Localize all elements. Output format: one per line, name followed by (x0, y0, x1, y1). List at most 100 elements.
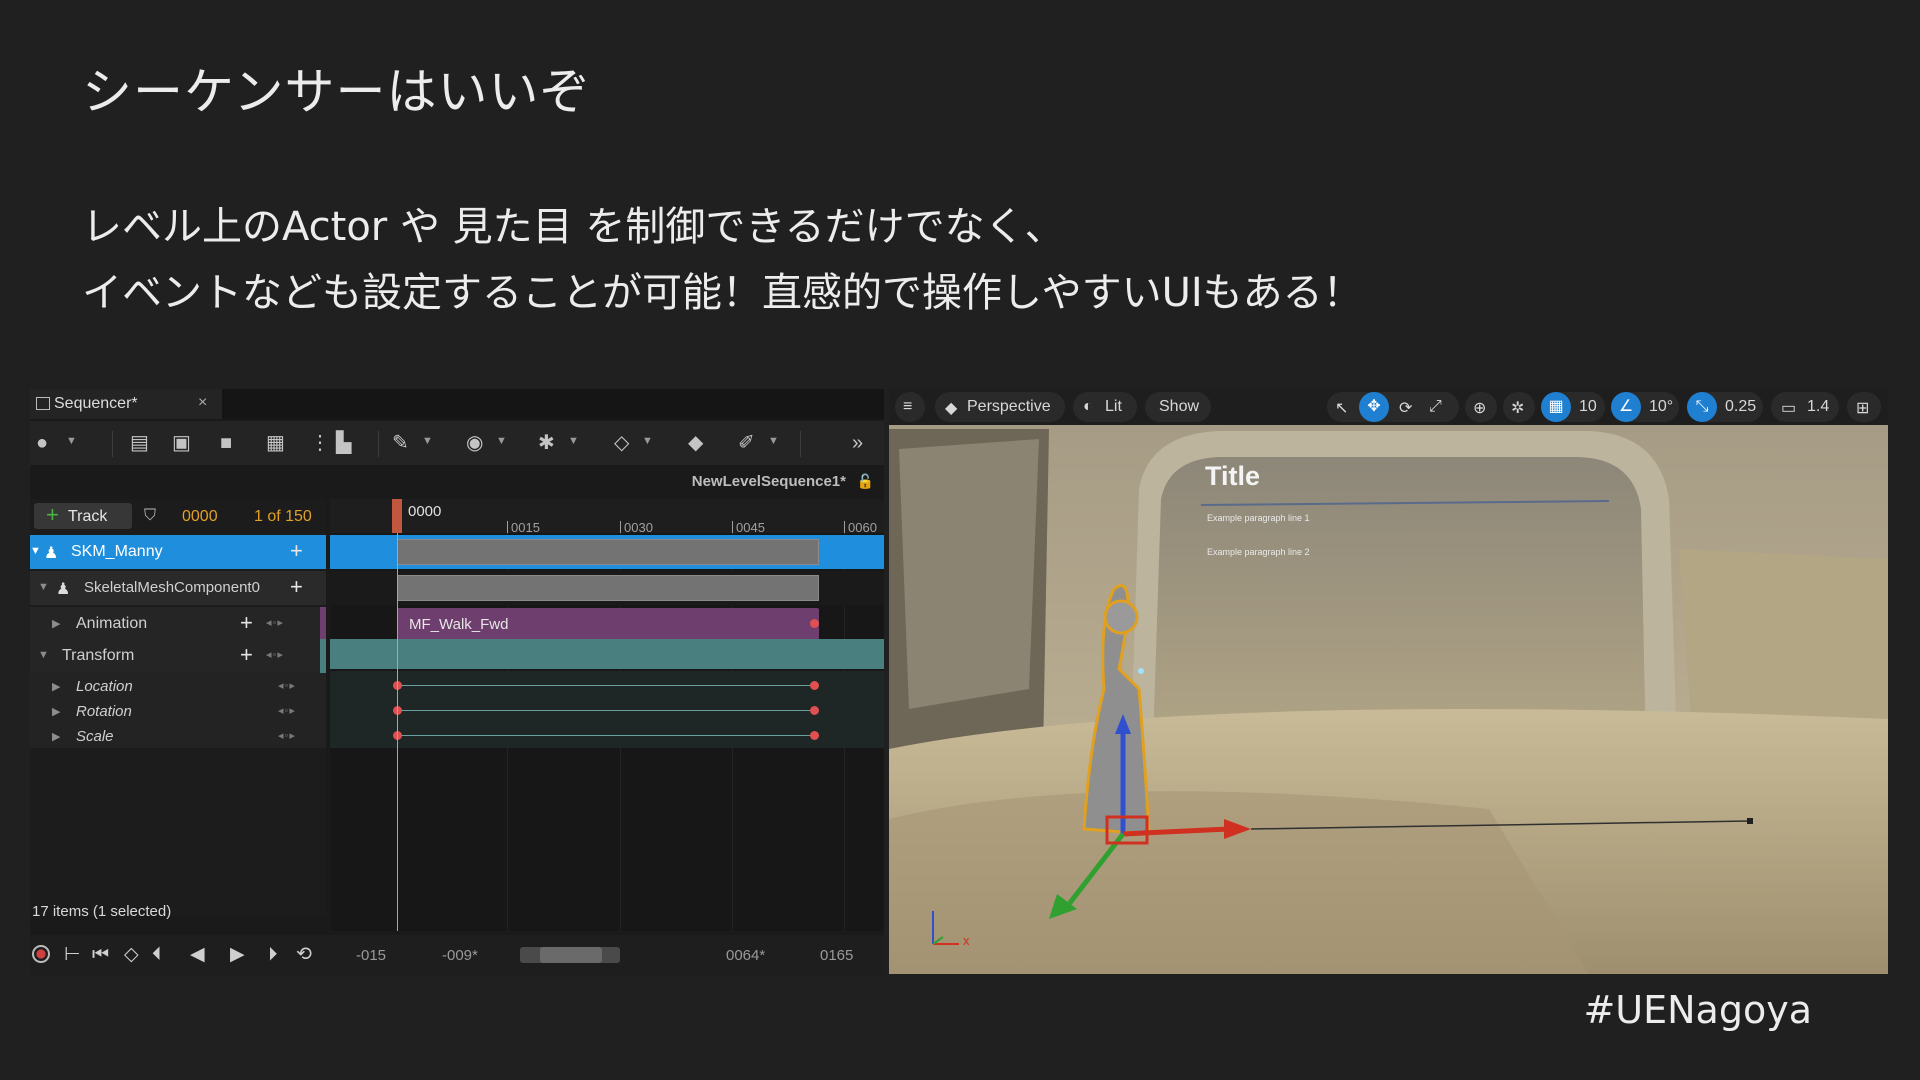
track-row-scale[interactable]: ▶ Scale ◂◦▸ (30, 723, 326, 748)
sequencer-tab[interactable]: Sequencer* × (30, 389, 222, 419)
add-track-button[interactable]: + Track (34, 503, 132, 529)
track-row-location[interactable]: ▶ Location ◂◦▸ (30, 673, 326, 698)
layout-button[interactable]: ⊞ (1847, 392, 1881, 422)
actor-tool-icon[interactable]: ▙ (336, 433, 351, 453)
save-icon[interactable]: ▤ (130, 433, 149, 453)
timeline-row-channels[interactable] (330, 671, 884, 748)
browse-icon[interactable]: ▣ (172, 433, 191, 453)
key-icon[interactable]: ◇ (614, 433, 629, 453)
expand-icon[interactable]: ▶ (52, 705, 60, 718)
keyframe[interactable] (810, 681, 819, 690)
world-local-button[interactable]: ⊕ (1465, 392, 1497, 422)
key-navigation-icon[interactable]: ◂◦▸ (278, 704, 296, 717)
key-navigation-icon[interactable]: ◂◦▸ (266, 616, 284, 629)
timeline-row-component[interactable] (330, 571, 884, 605)
track-row-transform[interactable]: ▼ Transform + ◂◦▸ (30, 639, 326, 673)
chevron-double-right-icon[interactable]: » (852, 433, 863, 453)
playhead-handle[interactable] (392, 499, 402, 533)
timeline-row-transform[interactable] (330, 639, 884, 669)
camera-speed-button[interactable]: ▭ 1.4 (1771, 392, 1839, 422)
wrench-icon[interactable]: ✎ (392, 433, 409, 453)
show-button[interactable]: Show (1145, 392, 1211, 422)
range-start-inner[interactable]: -009* (442, 947, 478, 964)
camera-icon[interactable]: ■ (220, 433, 232, 453)
range-start-outer[interactable]: -015 (356, 947, 386, 964)
animation-clip[interactable]: MF_Walk_Fwd (397, 608, 819, 640)
timeline-row-actor[interactable] (330, 535, 884, 569)
perspective-label: Perspective (967, 398, 1051, 415)
step-back-icon[interactable]: ⏴ (152, 945, 162, 964)
expand-icon[interactable]: ▶ (52, 730, 60, 743)
play-reverse-icon[interactable]: ◀ (190, 945, 205, 964)
track-row-component[interactable]: ▼ ♟ SkeletalMeshComponent0 + (30, 571, 326, 605)
filter-icon[interactable]: ⛉ (144, 507, 156, 525)
sequencer-tab-label: Sequencer* (54, 395, 138, 412)
expand-icon[interactable]: ▼ (38, 649, 49, 661)
sequence-name[interactable]: NewLevelSequence1* (692, 473, 846, 490)
track-row-rotation[interactable]: ▶ Rotation ◂◦▸ (30, 698, 326, 723)
expand-icon[interactable]: ▶ (52, 617, 60, 630)
range-end-inner[interactable]: 0064* (726, 947, 765, 964)
move-icon[interactable]: ✥ (1359, 392, 1389, 422)
viewport-menu-button[interactable]: ≡ (895, 392, 925, 422)
chevron-down-icon[interactable]: ▼ (496, 435, 507, 447)
key-navigation-icon[interactable]: ◂◦▸ (266, 648, 284, 661)
track-row-animation[interactable]: ▶ Animation + ◂◦▸ (30, 607, 326, 641)
jump-to-start-icon[interactable]: ⊢ (64, 945, 81, 964)
component-section-bar[interactable] (397, 575, 819, 601)
record-icon[interactable] (32, 945, 50, 963)
chevron-down-icon[interactable]: ▼ (66, 435, 77, 447)
track-row-actor[interactable]: ▼ ♟ SKM_Manny + (30, 535, 326, 569)
timeline-row-animation[interactable]: MF_Walk_Fwd (330, 607, 884, 641)
select-icon[interactable]: ↖ (1335, 398, 1348, 418)
scale-snap-button[interactable]: ⤡ 0.25 (1687, 392, 1763, 422)
add-icon[interactable]: + (240, 644, 253, 666)
level-viewport[interactable]: x ≡ ◆ Perspective ◐ Lit Show ↖ ✥ ⟳ ⤢ ⊕ ✲… (889, 389, 1888, 974)
ruler-tick (844, 521, 845, 533)
scrollbar-thumb[interactable] (540, 947, 602, 963)
play-icon[interactable]: ▶ (230, 945, 245, 964)
rotate-icon[interactable]: ⟳ (1399, 398, 1412, 418)
chevron-down-icon[interactable]: ▼ (422, 435, 433, 447)
add-icon[interactable]: + (240, 612, 253, 634)
actor-section-bar[interactable] (397, 539, 819, 565)
rotation-snap-button[interactable]: ∠ 10° (1611, 392, 1679, 422)
playhead-line[interactable] (397, 533, 398, 931)
loop-icon[interactable]: ⟲ (296, 945, 312, 964)
perspective-button[interactable]: ◆ Perspective (935, 392, 1065, 422)
timeline-area[interactable]: 0015 0030 0045 0060 MF_Walk_Fwd 0000 (330, 499, 884, 931)
surface-snap-button[interactable]: ✲ (1503, 392, 1535, 422)
close-icon[interactable]: × (198, 394, 207, 412)
keyframe[interactable] (810, 619, 819, 628)
grid-snap-button[interactable]: ▦ 10 (1541, 392, 1605, 422)
expand-icon[interactable]: ▼ (38, 581, 49, 593)
keyframe[interactable] (810, 731, 819, 740)
expand-icon[interactable]: ▶ (52, 680, 60, 693)
add-icon[interactable]: + (290, 540, 303, 562)
lit-button[interactable]: ◐ Lit (1073, 392, 1137, 422)
range-end-outer[interactable]: 0165 (820, 947, 853, 964)
eye-icon[interactable]: ◉ (466, 433, 483, 453)
render-movie-icon[interactable]: ▦ (266, 433, 285, 453)
scale-icon[interactable]: ⤢ (1429, 398, 1442, 416)
chevron-down-icon[interactable]: ▼ (568, 435, 579, 447)
previous-key-icon[interactable]: ⏮ (92, 945, 109, 964)
chevron-down-icon[interactable]: ▼ (642, 435, 653, 447)
lock-icon[interactable]: 🔓 (857, 473, 874, 490)
settings-icon[interactable]: ✱ (538, 433, 555, 453)
add-key-icon[interactable]: ◆ (688, 433, 703, 453)
world-icon[interactable]: ● (36, 433, 48, 453)
key-navigation-icon[interactable]: ◂◦▸ (278, 729, 296, 742)
add-icon[interactable]: + (290, 576, 303, 598)
step-forward-icon[interactable]: ⏵ (268, 945, 278, 964)
brush-icon[interactable]: ✐ (738, 433, 755, 453)
chevron-down-icon[interactable]: ▼ (768, 435, 779, 447)
current-frame[interactable]: 0000 (182, 508, 218, 526)
timeline-scrollbar[interactable] (520, 947, 620, 963)
expand-icon[interactable]: ▼ (30, 545, 41, 557)
scale-snap-icon: ⤡ (1687, 392, 1717, 422)
keyframe[interactable] (810, 706, 819, 715)
key-navigation-icon[interactable]: ◂◦▸ (278, 679, 296, 692)
more-icon[interactable]: ⋮ (310, 433, 330, 453)
key-navigation-icon[interactable]: ◇ (124, 945, 139, 964)
